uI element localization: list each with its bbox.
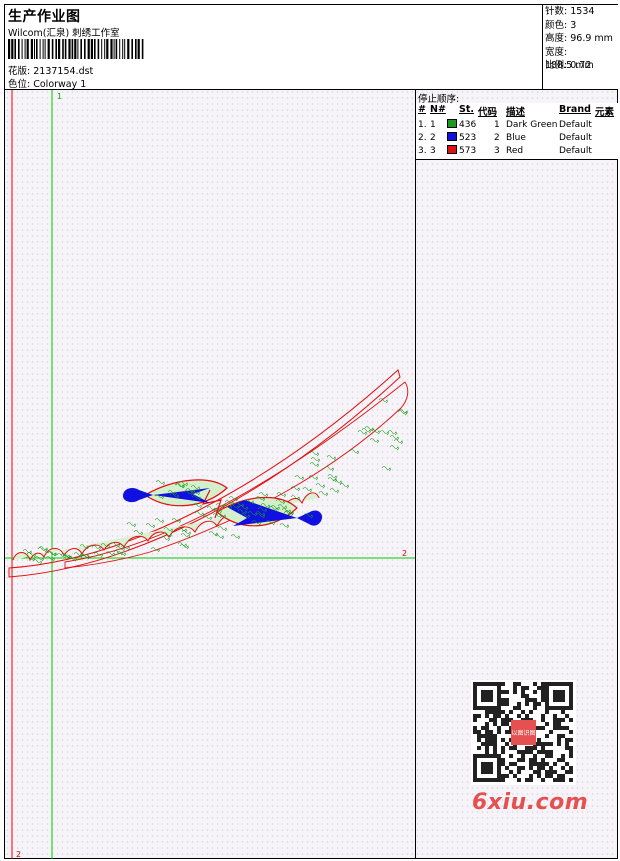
stat-value: 3 [570,19,577,31]
table-row: 1. 1 436 1 Dark Green Default [416,119,618,132]
col-header-element: 元素 [595,107,615,118]
col-header-needle: N# [430,104,446,115]
bottom-marker: 2 [16,850,21,859]
table-row: 3. 3 573 3 Red Default [416,145,618,158]
row-stitches: 573 [459,146,477,156]
stats-panel: 针数: 1534 颜色: 3 高度: 96.9 mm 宽度: 188.5 mm … [542,5,618,89]
qr-code: 以图识图 [471,680,576,785]
design-file-label: 花版: [8,66,31,77]
stat-colors: 颜色: 3 [543,19,618,33]
colorway-label: 色位: [8,79,31,90]
production-sheet: 生产作业图 Wilcom(汇泉) 刺绣工作室 花版: 2137154.dst 色… [4,4,618,859]
green-fill-stitches [22,398,408,565]
row-brand: Default [559,133,592,143]
stat-label: 颜色: [545,19,568,31]
colorway-value: Colorway 1 [33,79,87,90]
col-header-description: 描述 [506,107,526,118]
row-code: 2 [494,133,500,143]
stop-sequence-table: # N# St. 代码 描述 Brand 元素 1. 1 436 1 Dark … [416,103,618,160]
row-code: 3 [494,146,500,156]
colorway-line: 色位: Colorway 1 [8,76,86,90]
row-index: 1. [418,120,427,130]
stat-value: 1534 [570,6,595,17]
stat-scale: 比例: 0.72 [543,59,618,73]
stat-label: 宽度: [545,46,568,58]
row-needle: 2 [430,133,436,143]
embroidery-preview: 1 2 2 [5,90,415,859]
row-needle: 1 [430,120,436,130]
stat-stitches: 针数: 1534 [543,5,618,19]
sheet-title: 生产作业图 [8,9,81,25]
stat-width: 宽度: 188.5 mm [543,46,618,72]
red-outline-band [8,369,401,578]
row-stitches: 523 [459,133,477,143]
studio-name: Wilcom(汇泉) 刺绣工作室 [8,28,120,39]
stop-sequence-panel: 停止顺序: # N# St. 代码 描述 Brand 元素 1. 1 436 1… [415,90,618,859]
row-code: 1 [494,120,500,130]
row-index: 3. [418,146,427,156]
watermark-text: 6xiu.com [472,790,589,815]
sheet-header: 生产作业图 Wilcom(汇泉) 刺绣工作室 花版: 2137154.dst 色… [5,5,618,90]
qr-seal-text: 以图识图 [511,730,535,737]
row-description: Dark Green [506,120,558,130]
row-brand: Default [559,146,592,156]
row-needle: 3 [430,146,436,156]
col-header-stitches: St. [459,104,474,115]
row-stitches: 436 [459,120,477,130]
table-row: 2. 2 523 2 Blue Default [416,132,618,145]
top-marker: 1 [57,92,62,101]
col-header-brand: Brand [559,104,591,115]
col-header-code: 代码 [478,107,498,118]
design-file-line: 花版: 2137154.dst [8,63,93,77]
stat-height: 高度: 96.9 mm [543,32,618,46]
col-header-index: # [418,104,426,115]
right-marker: 2 [402,549,407,558]
row-description: Red [506,146,524,156]
blue-teardrop-left [123,488,153,503]
color-swatch [447,145,457,154]
row-description: Blue [506,133,526,143]
blue-teardrop-right [297,510,323,526]
stat-value: 96.9 mm [570,33,613,44]
stat-label: 比例: [545,60,568,71]
design-canvas: 1 2 2 [5,90,415,859]
row-brand: Default [559,120,592,130]
color-swatch [447,119,457,128]
barcode [8,39,144,59]
stat-label: 针数: [545,6,568,17]
color-swatch [447,132,457,141]
stat-label: 高度: [545,33,568,44]
stat-value: 0.72 [570,60,592,71]
row-index: 2. [418,133,427,143]
